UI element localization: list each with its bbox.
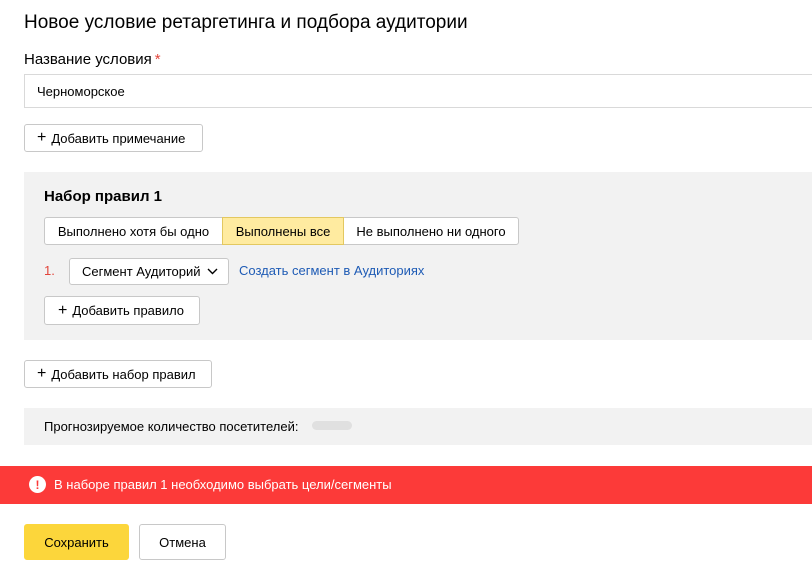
cancel-button[interactable]: Отмена xyxy=(139,524,226,560)
exclamation-icon: ! xyxy=(29,476,46,493)
save-button[interactable]: Сохранить xyxy=(24,524,129,560)
rule-number: 1. xyxy=(44,263,55,278)
plus-icon: + xyxy=(37,129,47,146)
ruleset-panel: Набор правил 1 Выполнено хотя бы одно Вы… xyxy=(24,172,812,340)
forecast-label: Прогнозируемое количество посетителей: xyxy=(44,419,299,434)
condition-mode-selector: Выполнено хотя бы одно Выполнены все Не … xyxy=(44,217,519,245)
rule-type-select[interactable]: Сегмент Аудиторий xyxy=(69,258,229,285)
ruleset-title: Набор правил 1 xyxy=(44,188,162,205)
add-ruleset-label: Добавить набор правил xyxy=(51,366,196,382)
plus-icon: + xyxy=(58,301,68,319)
chevron-down-icon xyxy=(207,268,218,275)
rule-type-value: Сегмент Аудиторий xyxy=(82,264,201,279)
create-segment-link[interactable]: Создать сегмент в Аудиториях xyxy=(239,263,424,278)
add-rule-button[interactable]: + Добавить правило xyxy=(44,296,200,325)
add-note-button[interactable]: + Добавить примечание xyxy=(24,124,203,152)
mode-none-option[interactable]: Не выполнено ни одного xyxy=(343,217,519,245)
error-message: В наборе правил 1 необходимо выбрать цел… xyxy=(54,477,392,492)
forecast-panel: Прогнозируемое количество посетителей: xyxy=(24,408,812,445)
add-rule-label: Добавить правило xyxy=(72,303,185,318)
add-ruleset-button[interactable]: + Добавить набор правил xyxy=(24,360,212,388)
condition-name-input[interactable] xyxy=(24,74,812,108)
page-title: Новое условие ретаргетинга и подбора ауд… xyxy=(24,12,468,33)
mode-all-option[interactable]: Выполнены все xyxy=(222,217,344,245)
add-note-label: Добавить примечание xyxy=(51,130,186,146)
mode-any-option[interactable]: Выполнено хотя бы одно xyxy=(44,217,223,245)
plus-icon: + xyxy=(37,365,47,382)
condition-name-label: Название условия * xyxy=(24,51,161,68)
condition-name-label-text: Название условия xyxy=(24,51,152,68)
forecast-loading-placeholder xyxy=(312,421,352,430)
error-banner: ! В наборе правил 1 необходимо выбрать ц… xyxy=(0,466,812,504)
required-mark: * xyxy=(154,51,161,68)
